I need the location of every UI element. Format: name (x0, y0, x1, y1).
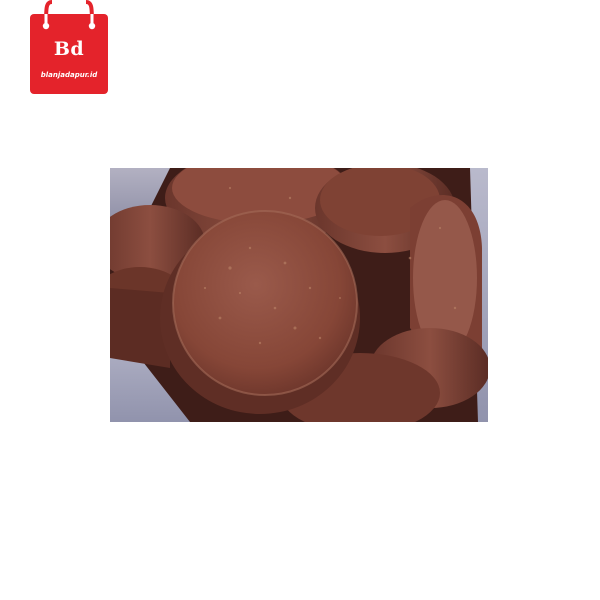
palm-sugar-illustration (110, 168, 488, 422)
product-image-canvas: Bd blanjadapur.id (0, 0, 600, 600)
brand-logo: Bd blanjadapur.id (28, 0, 110, 94)
brand-domain: blanjadapur.id (40, 71, 98, 79)
product-photo (110, 168, 488, 422)
brand-initials: Bd (53, 38, 85, 60)
